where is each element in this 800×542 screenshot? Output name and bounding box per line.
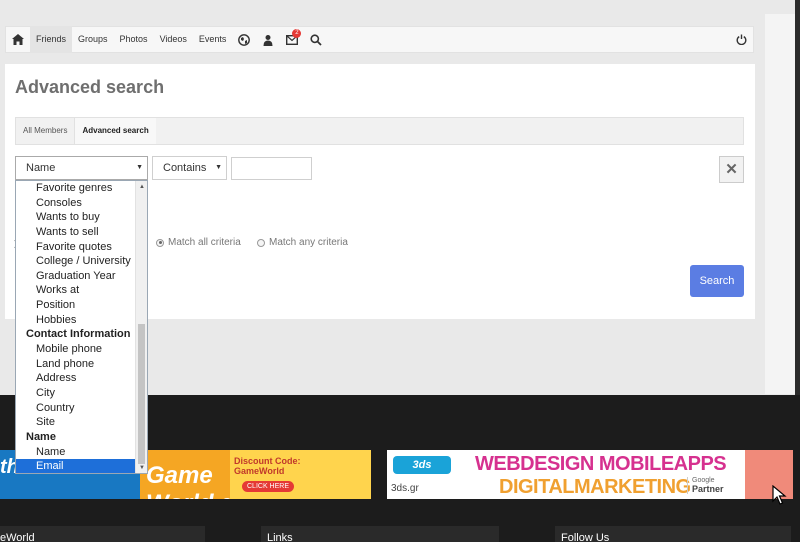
scrollbar-thumb[interactable] [138, 324, 145, 464]
dropdown-option[interactable]: Consoles [16, 196, 136, 211]
nav-photos[interactable]: Photos [114, 26, 154, 53]
dropdown-group-label: Contact Information [26, 328, 131, 341]
dropdown-option[interactable]: Country [16, 401, 136, 416]
remove-criteria-button[interactable]: ✕ [719, 156, 744, 183]
dropdown-option[interactable]: Site [16, 415, 136, 430]
dropdown-option[interactable]: Email [16, 459, 136, 473]
match-all-label: Match all criteria [168, 237, 241, 248]
chevron-down-icon: ▼ [215, 164, 222, 171]
field-select-value: Name [26, 162, 56, 174]
field-dropdown-list[interactable]: Favorite genres Consoles Wants to buy Wants… [15, 180, 148, 474]
click-here-button[interactable]: CLICK HERE [242, 481, 295, 492]
scroll-up-icon[interactable]: ▲ [139, 184, 145, 190]
nav-events[interactable]: Events [193, 26, 233, 53]
gameworld-logo: Game World.gr [140, 450, 244, 499]
footer-heading-links: Links [261, 526, 499, 542]
dropdown-group-label: Name [26, 430, 56, 443]
dropdown-option[interactable]: Wants to buy [16, 210, 136, 225]
partner-line2: Partner [692, 484, 724, 494]
discount-area: Discount Code: GameWorld CLICK HERE [230, 450, 371, 499]
match-any-radio[interactable] [257, 238, 265, 247]
search-icon[interactable] [304, 26, 328, 53]
dropdown-option[interactable]: Favorite quotes [16, 240, 136, 255]
top-navbar: Friends Groups Photos Videos Events 2 [5, 26, 754, 53]
partner-line1: Google [692, 477, 715, 484]
dropdown-option[interactable]: Hobbies [16, 313, 136, 328]
match-any-option[interactable]: Match any criteria [257, 237, 348, 248]
dropdown-scrollbar[interactable]: ▲ ▼ [135, 181, 147, 473]
match-all-radio[interactable] [156, 238, 164, 247]
member-tabs: All Members Advanced search [15, 117, 744, 145]
dropdown-option[interactable]: City [16, 386, 136, 401]
discount-line1: Discount Code: [234, 456, 301, 466]
messages-icon[interactable]: 2 [280, 26, 304, 53]
google-partner-badge: Google Partner [687, 477, 724, 494]
dropdown-option[interactable]: Name [16, 445, 136, 460]
nav-videos[interactable]: Videos [154, 26, 193, 53]
footer-heading-follow: Follow Us [555, 526, 791, 542]
discount-line2: GameWorld [234, 466, 285, 476]
mouse-cursor-icon [772, 485, 787, 505]
dropdown-option[interactable]: Address [16, 371, 136, 386]
dropdown-option[interactable]: Favorite genres [16, 181, 136, 196]
dropdown-options: Favorite genres Consoles Wants to buy Wants… [16, 181, 136, 473]
footer-heading-gameworld: eWorld [0, 526, 205, 542]
messages-badge: 2 [292, 29, 302, 38]
home-icon[interactable] [6, 26, 30, 53]
operator-select[interactable]: Contains ▼ [152, 156, 227, 180]
banner-headline-2: DIGITALMARKETING [499, 476, 691, 498]
dropdown-option[interactable]: Position [16, 298, 136, 313]
chevron-down-icon: ▼ [136, 164, 143, 171]
dropdown-option[interactable]: Land phone [16, 357, 136, 372]
side-panel-edge [765, 14, 795, 394]
operator-select-value: Contains [163, 162, 207, 174]
discount-text: Discount Code: GameWorld [234, 456, 301, 476]
tab-all-members[interactable]: All Members [16, 118, 74, 144]
page-title: Advanced search [15, 77, 165, 97]
tab-advanced-search[interactable]: Advanced search [74, 118, 156, 144]
dropdown-option[interactable]: Wants to sell [16, 225, 136, 240]
3ds-logo: 3ds [393, 456, 451, 474]
dropdown-option[interactable]: Mobile phone [16, 342, 136, 357]
field-select[interactable]: Name ▼ [15, 156, 148, 180]
search-button[interactable]: Search [690, 265, 744, 297]
nav-friends[interactable]: Friends [30, 26, 73, 53]
window-edge [795, 0, 800, 395]
dropdown-option[interactable]: College / University [16, 254, 136, 269]
scroll-down-icon[interactable]: ▼ [139, 465, 145, 471]
match-any-label: Match any criteria [269, 237, 348, 248]
match-all-option[interactable]: Match all criteria [156, 237, 241, 248]
nav-groups[interactable]: Groups [72, 26, 114, 53]
banner-url: 3ds.gr [391, 483, 419, 494]
search-value-input[interactable] [231, 157, 312, 180]
dropdown-option[interactable]: Graduation Year [16, 269, 136, 284]
3ds-banner[interactable]: 3ds WEBDESIGN MOBILEAPPS DIGITALMARKETIN… [387, 450, 793, 499]
globe-icon[interactable] [232, 26, 256, 53]
friend-requests-icon[interactable] [256, 26, 280, 53]
dropdown-option[interactable]: Works at [16, 283, 136, 298]
banner-headline-1: WEBDESIGN MOBILEAPPS [475, 453, 727, 475]
power-icon[interactable] [729, 26, 753, 53]
